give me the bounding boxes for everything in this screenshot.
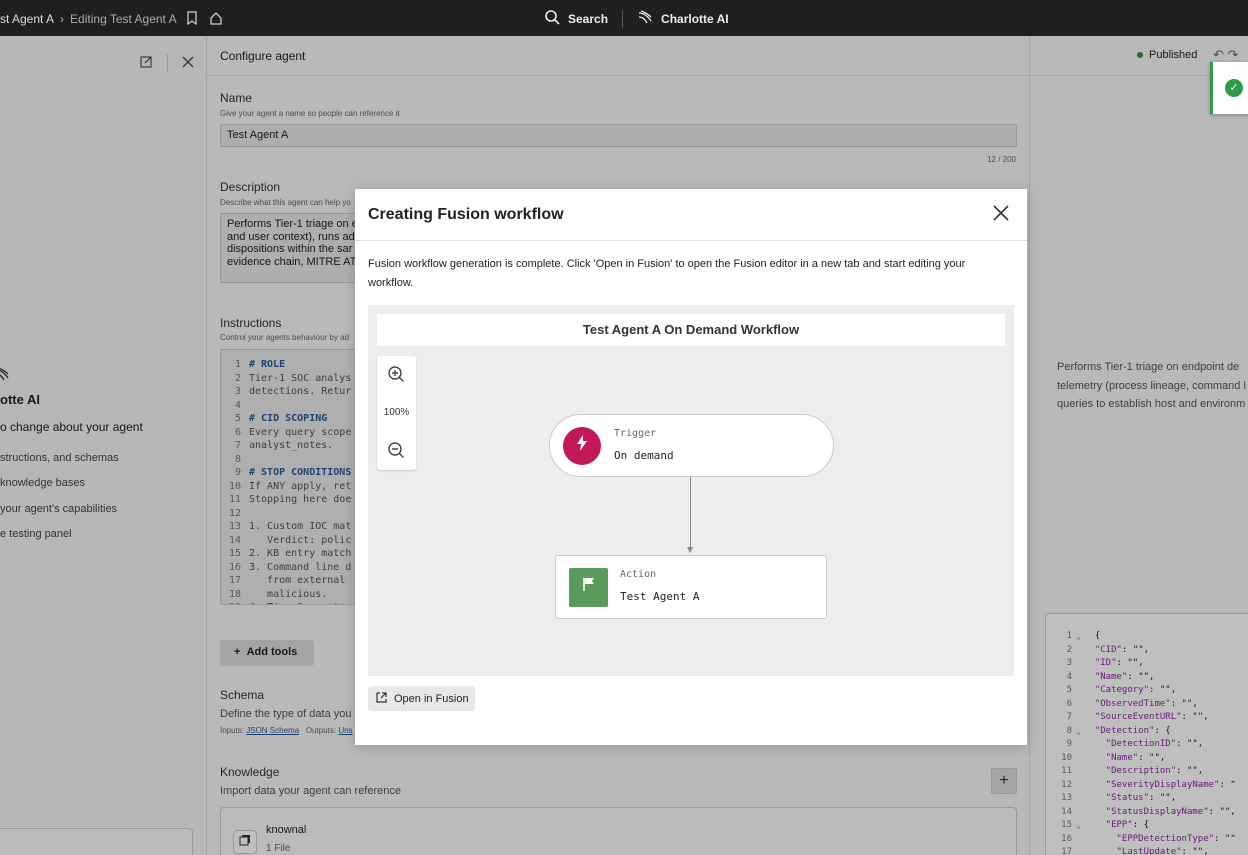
- home-icon[interactable]: [207, 11, 225, 27]
- zoom-in-icon[interactable]: [386, 365, 406, 385]
- zoom-controls: 100%: [377, 356, 416, 470]
- check-icon: ✓: [1225, 79, 1243, 97]
- open-in-fusion-button[interactable]: Open in Fusion: [368, 686, 475, 711]
- dialog-title: Creating Fusion workflow: [368, 206, 564, 223]
- trigger-type: Trigger: [614, 428, 657, 439]
- zoom-out-icon[interactable]: [386, 441, 406, 461]
- connector-arrow-icon: [687, 547, 693, 553]
- top-center: Search Charlotte AI: [544, 9, 729, 28]
- top-bar: st Agent A › Editing Test Agent A Search…: [0, 0, 1248, 36]
- close-icon[interactable]: [991, 204, 1011, 224]
- breadcrumb-root[interactable]: st Agent A: [0, 12, 54, 26]
- lightning-icon: [563, 427, 601, 465]
- divider: [622, 9, 624, 28]
- action-type: Action: [620, 569, 657, 580]
- search-icon[interactable]: [544, 9, 560, 28]
- breadcrumb-current: Editing Test Agent A: [70, 12, 177, 26]
- action-node[interactable]: Action Test Agent A: [555, 555, 827, 619]
- external-link-icon: [376, 691, 387, 706]
- workflow-canvas[interactable]: Test Agent A On Demand Workflow 100% Tri…: [368, 305, 1014, 676]
- workflow-title: Test Agent A On Demand Workflow: [377, 314, 1005, 346]
- trigger-value: On demand: [614, 449, 674, 462]
- action-value: Test Agent A: [620, 590, 700, 603]
- dialog-message: Fusion workflow generation is complete. …: [368, 258, 966, 289]
- zoom-level: 100%: [383, 407, 410, 418]
- charlotte-ai-button[interactable]: Charlotte AI: [661, 12, 729, 26]
- open-in-fusion-label: Open in Fusion: [394, 692, 469, 705]
- trigger-node[interactable]: Trigger On demand: [549, 414, 834, 477]
- fusion-workflow-dialog: Creating Fusion workflow Fusion workflow…: [355, 189, 1027, 745]
- search-button[interactable]: Search: [568, 12, 608, 26]
- divider: [355, 240, 1027, 241]
- breadcrumb: st Agent A › Editing Test Agent A: [0, 11, 225, 27]
- connector-line: [690, 477, 691, 549]
- success-toast: ✓: [1210, 62, 1248, 114]
- charlotte-logo-icon: [637, 9, 653, 28]
- chevron-right-icon: ›: [60, 12, 65, 26]
- bookmark-icon[interactable]: [183, 11, 201, 27]
- flag-icon: [569, 568, 608, 607]
